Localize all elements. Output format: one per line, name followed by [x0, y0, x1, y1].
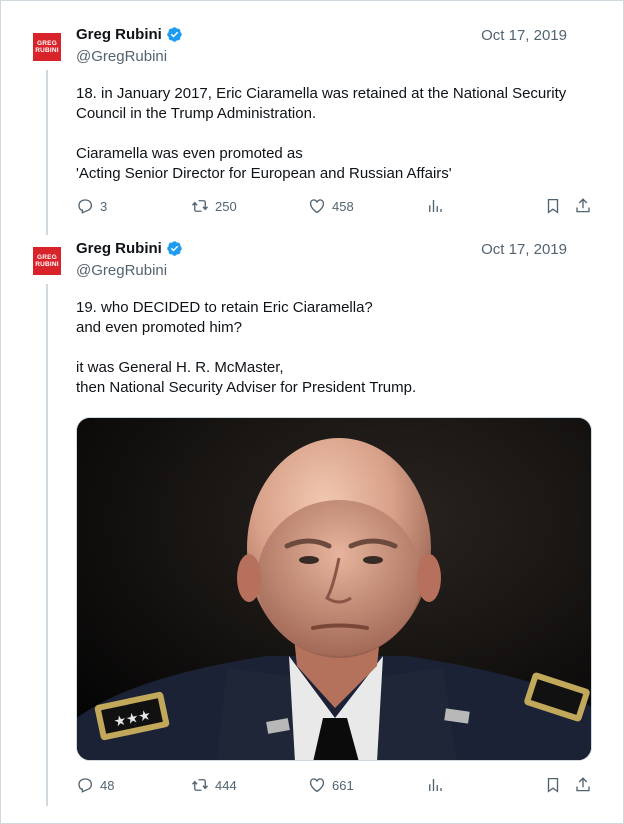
- tweet-date[interactable]: Oct 17, 2019: [481, 241, 567, 258]
- verified-badge-icon: [167, 241, 182, 256]
- tweet-actions: 48 444 661: [76, 776, 596, 796]
- like-icon: [309, 778, 325, 793]
- views-icon: [429, 779, 442, 791]
- like-count: 661: [332, 777, 354, 793]
- author-name[interactable]: Greg Rubini: [76, 240, 162, 257]
- bookmark-button[interactable]: [544, 776, 562, 794]
- bookmark-icon: [547, 777, 559, 793]
- reply-count: 48: [100, 777, 115, 793]
- like-button[interactable]: 661: [308, 776, 354, 794]
- tweet-text: 19. who DECIDED to retain Eric Ciaramell…: [76, 299, 417, 396]
- retweet-icon: [191, 779, 209, 791]
- share-button[interactable]: [574, 776, 592, 794]
- retweet-count: 444: [215, 777, 237, 793]
- reply-button[interactable]: 48: [76, 776, 114, 794]
- portrait-photo: ★★★: [77, 418, 591, 760]
- author-handle[interactable]: @GregRubini: [76, 262, 167, 279]
- reply-icon: [78, 778, 93, 793]
- tweet-19[interactable]: GREG RUBINI Greg Rubini @GregRubini Oct …: [0, 0, 624, 824]
- share-icon: [576, 777, 590, 792]
- views-button[interactable]: [426, 776, 444, 794]
- avatar[interactable]: GREG RUBINI: [33, 247, 61, 275]
- tweet-photo[interactable]: ★★★: [76, 417, 592, 761]
- retweet-button[interactable]: 444: [191, 776, 237, 794]
